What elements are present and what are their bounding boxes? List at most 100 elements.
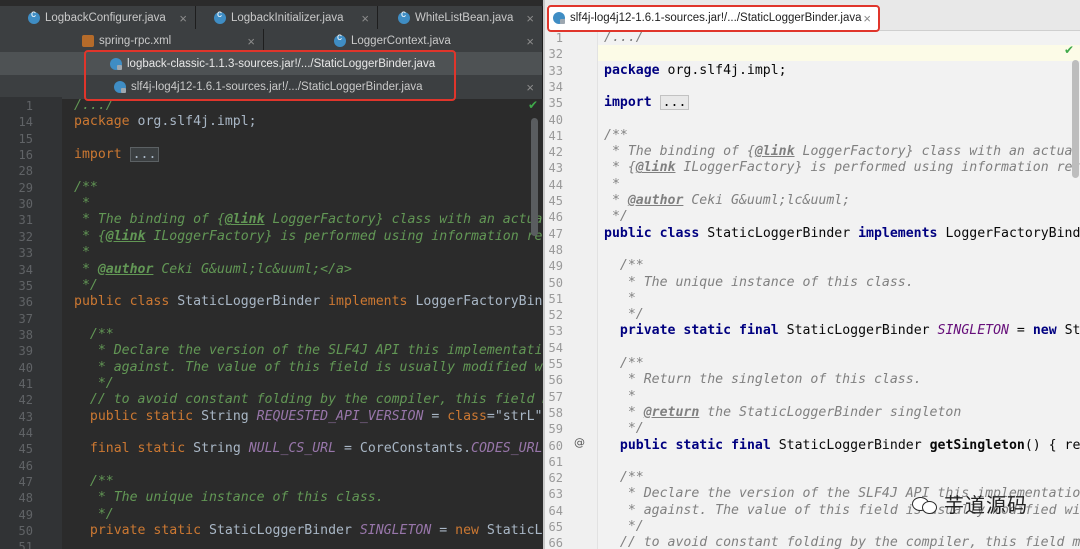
line-number: 37 bbox=[18, 311, 33, 326]
line-number: 45 bbox=[548, 194, 563, 208]
line-number: 44 bbox=[18, 426, 33, 440]
code-text: * The binding of {@link LoggerFactory} c… bbox=[74, 212, 543, 228]
code-text: public static String REQUESTED_API_VERSI… bbox=[89, 408, 543, 424]
code-text: * bbox=[74, 196, 90, 212]
code-text: * @author Ceki G&uuml;lc&uuml;</a> bbox=[74, 261, 352, 277]
line-number: 34 bbox=[18, 262, 33, 277]
line-number: 52 bbox=[548, 308, 563, 323]
watermark-text: 芋道源码 bbox=[944, 493, 1028, 517]
line-number: 1 bbox=[555, 31, 563, 45]
line-number: 34 bbox=[548, 79, 563, 94]
code-text: private static StaticLoggerBinder SINGLE… bbox=[89, 523, 543, 539]
line-number: 61 bbox=[548, 454, 563, 469]
code-text: * Declare the version of the SLF4J API t… bbox=[74, 343, 543, 359]
close-icon[interactable]: × bbox=[179, 11, 187, 26]
highlight-box-right-tab bbox=[547, 5, 880, 32]
line-number: 58 bbox=[548, 405, 563, 420]
line-number: 35 bbox=[18, 278, 33, 293]
vertical-scrollbar[interactable] bbox=[1072, 60, 1079, 178]
tab-label: LogbackConfigurer.java bbox=[45, 12, 166, 24]
vertical-scrollbar[interactable] bbox=[531, 118, 538, 236]
code-text: /** bbox=[604, 470, 644, 486]
line-number: 48 bbox=[548, 242, 563, 257]
line-number: 56 bbox=[548, 373, 563, 388]
inspection-ok-icon: ✔ bbox=[528, 98, 539, 112]
tab-whitelist-bean[interactable]: WhiteListBean.java × bbox=[378, 6, 543, 30]
java-class-icon bbox=[398, 9, 410, 24]
caret-line-highlight bbox=[598, 45, 1080, 61]
tab-logback-configurer[interactable]: LogbackConfigurer.java × bbox=[0, 6, 196, 30]
line-number: 43 bbox=[18, 409, 33, 424]
code-text: * bbox=[74, 245, 90, 261]
code-text: * @author Ceki G&uuml;lc&uuml; bbox=[604, 193, 851, 208]
left-editor-pane: LogbackConfigurer.java × LogbackInitiali… bbox=[0, 0, 543, 549]
line-number: 48 bbox=[18, 491, 33, 506]
line-number: 40 bbox=[18, 360, 33, 375]
line-number: 49 bbox=[548, 259, 563, 274]
close-icon[interactable]: × bbox=[526, 34, 534, 49]
close-icon[interactable]: × bbox=[361, 11, 369, 26]
code-text: /.../ bbox=[604, 30, 644, 45]
line-number: 62 bbox=[548, 471, 563, 486]
line-number: 33 bbox=[548, 63, 563, 78]
code-text: private static final StaticLoggerBinder … bbox=[619, 323, 1080, 339]
code-text: public class StaticLoggerBinder implemen… bbox=[74, 294, 543, 310]
line-number: 53 bbox=[548, 324, 563, 339]
code-text: * The binding of {@link LoggerFactory} c… bbox=[604, 144, 1080, 160]
code-text: */ bbox=[74, 506, 114, 522]
line-number: 55 bbox=[548, 357, 563, 371]
line-number: 43 bbox=[548, 161, 563, 176]
code-text: import ... bbox=[74, 147, 160, 163]
code-text: * The unique instance of this class. bbox=[604, 274, 914, 290]
code-text: public static final StaticLoggerBinder g… bbox=[619, 437, 1080, 453]
code-text: * bbox=[604, 176, 620, 192]
code-text: * @return the StaticLoggerBinder singlet… bbox=[604, 404, 962, 420]
line-number: 46 bbox=[548, 210, 563, 225]
line-number: 30 bbox=[18, 197, 33, 212]
line-number: 65 bbox=[548, 520, 563, 534]
tab-logback-initializer[interactable]: LogbackInitializer.java × bbox=[196, 6, 378, 30]
line-number: 41 bbox=[548, 128, 563, 143]
line-number: 1 bbox=[25, 99, 33, 113]
line-number: 59 bbox=[548, 422, 563, 437]
left-tab-row-1: LogbackConfigurer.java × LogbackInitiali… bbox=[0, 6, 543, 30]
line-number: 63 bbox=[548, 487, 563, 502]
line-number: 38 bbox=[18, 327, 33, 342]
java-class-icon bbox=[214, 9, 226, 24]
code-text: * The unique instance of this class. bbox=[74, 490, 384, 506]
tab-label: WhiteListBean.java bbox=[415, 12, 514, 24]
line-number: 46 bbox=[18, 458, 33, 473]
line-number: 51 bbox=[18, 540, 33, 549]
line-number: 16 bbox=[18, 148, 33, 163]
code-text: /** bbox=[604, 258, 644, 274]
line-number: 28 bbox=[18, 164, 33, 179]
line-number: 50 bbox=[18, 524, 33, 539]
code-text: /** bbox=[74, 326, 114, 342]
override-marker-icon[interactable]: @ bbox=[574, 436, 585, 449]
close-icon[interactable]: × bbox=[526, 80, 534, 95]
tab-label: LoggerContext.java bbox=[351, 35, 451, 47]
code-text: */ bbox=[604, 421, 644, 437]
wechat-logo-icon bbox=[912, 493, 938, 515]
code-text: import ... bbox=[604, 95, 690, 111]
code-text: * {@link ILoggerFactory} is performed us… bbox=[604, 160, 1080, 176]
code-text: // to avoid constant folding by the comp… bbox=[74, 392, 543, 408]
line-number: 32 bbox=[548, 47, 563, 62]
code-text: * against. The value of this field is us… bbox=[74, 359, 543, 375]
line-number: 50 bbox=[548, 275, 563, 290]
line-number: 60 bbox=[548, 438, 563, 453]
line-number: 14 bbox=[18, 115, 33, 130]
java-class-icon bbox=[28, 9, 40, 24]
line-number: 42 bbox=[18, 393, 33, 408]
line-number: 66 bbox=[548, 536, 563, 549]
line-number: 42 bbox=[548, 145, 563, 160]
code-text: public class StaticLoggerBinder implemen… bbox=[604, 225, 1080, 241]
close-icon[interactable]: × bbox=[526, 11, 534, 26]
code-text: /** bbox=[74, 179, 98, 195]
code-text: * bbox=[604, 290, 636, 306]
line-number: 54 bbox=[548, 340, 563, 355]
code-text: */ bbox=[604, 519, 644, 534]
line-number: 31 bbox=[18, 213, 33, 228]
line-number: 36 bbox=[18, 295, 33, 310]
close-icon[interactable]: × bbox=[247, 34, 255, 49]
